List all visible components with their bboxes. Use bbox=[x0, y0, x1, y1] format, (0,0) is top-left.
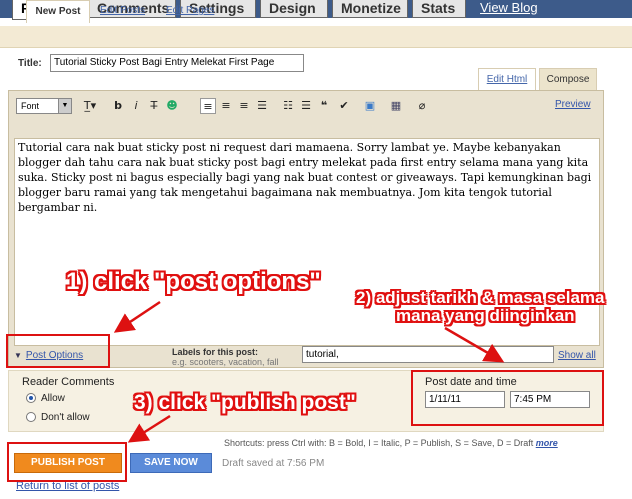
sub-nav-bar bbox=[0, 26, 632, 48]
font-select[interactable]: Font ▼ bbox=[16, 98, 72, 114]
save-now-button[interactable]: SAVE NOW bbox=[130, 453, 212, 473]
annotation-step-1: 1) click "post options" bbox=[66, 268, 321, 295]
radio-dont-allow-row[interactable]: Don't allow bbox=[26, 412, 90, 423]
title-label: Title: bbox=[18, 58, 42, 69]
draft-saved-status: Draft saved at 7:56 PM bbox=[222, 458, 325, 469]
show-all-link[interactable]: Show all bbox=[558, 350, 596, 361]
labels-hint: e.g. scooters, vacation, fall bbox=[172, 357, 279, 367]
title-input[interactable]: Tutorial Sticky Post Bagi Entry Melekat … bbox=[50, 54, 304, 72]
video-icon[interactable]: ▦ bbox=[388, 98, 404, 114]
image-icon[interactable]: ▣ bbox=[362, 98, 378, 114]
align-left-icon[interactable]: ≡ bbox=[200, 98, 216, 114]
spellcheck-icon[interactable]: ✔ bbox=[336, 98, 352, 114]
annotation-step-2-line-1: 2) adjust tarikh & masa selama bbox=[356, 288, 605, 307]
annotation-step-2-line-2: mana yang diinginkan bbox=[396, 306, 575, 325]
align-right-icon[interactable]: ≡ bbox=[236, 98, 252, 114]
clear-format-icon[interactable]: ⌀ bbox=[414, 98, 430, 114]
subtab-new-post[interactable]: New Post bbox=[26, 0, 90, 23]
editor-text[interactable]: Tutorial cara nak buat sticky post ni re… bbox=[18, 140, 598, 215]
tab-edit-html[interactable]: Edit Html bbox=[478, 68, 536, 90]
view-blog-link[interactable]: View Blog bbox=[480, 0, 538, 15]
font-size-icon[interactable]: T̲▾ bbox=[80, 98, 100, 114]
shortcuts-hint: Shortcuts: press Ctrl with: B = Bold, I … bbox=[224, 438, 558, 448]
subtab-edit-posts[interactable]: Edit Posts bbox=[100, 0, 145, 22]
radio-dont-allow-label: Don't allow bbox=[41, 412, 90, 423]
tab-stats[interactable]: Stats bbox=[412, 0, 466, 18]
bold-icon[interactable]: b bbox=[110, 98, 126, 114]
annotation-box-post-date bbox=[411, 370, 604, 426]
radio-dont-allow[interactable] bbox=[26, 412, 36, 423]
numbered-list-icon[interactable]: ☷ bbox=[280, 98, 296, 114]
bullet-list-icon[interactable]: ☰ bbox=[298, 98, 314, 114]
tab-design[interactable]: Design bbox=[260, 0, 328, 18]
tab-compose[interactable]: Compose bbox=[539, 68, 597, 90]
blockquote-icon[interactable]: ❝ bbox=[316, 98, 332, 114]
italic-icon[interactable]: i bbox=[128, 98, 144, 114]
tab-monetize[interactable]: Monetize bbox=[332, 0, 408, 18]
subtab-edit-pages[interactable]: Edit Pages bbox=[166, 0, 214, 22]
reader-comments-title: Reader Comments bbox=[22, 376, 115, 388]
radio-allow-row[interactable]: Allow bbox=[26, 393, 65, 404]
justify-icon[interactable]: ☰ bbox=[254, 98, 270, 114]
annotation-step-3: 3) click "publish post" bbox=[134, 391, 356, 414]
annotation-box-publish bbox=[7, 442, 127, 482]
font-select-label: Font bbox=[21, 101, 40, 111]
preview-link[interactable]: Preview bbox=[555, 99, 591, 110]
labels-label: Labels for this post: bbox=[172, 347, 259, 357]
shortcuts-more-link[interactable]: more bbox=[536, 438, 558, 448]
annotation-box-post-options bbox=[6, 334, 110, 368]
link-icon[interactable]: ☻ bbox=[164, 98, 180, 114]
shortcuts-text: Shortcuts: press Ctrl with: B = Bold, I … bbox=[224, 438, 534, 448]
chevron-down-icon: ▼ bbox=[58, 99, 71, 113]
radio-allow-label: Allow bbox=[41, 393, 65, 404]
radio-allow[interactable] bbox=[26, 393, 36, 404]
align-center-icon[interactable]: ≡ bbox=[218, 98, 234, 114]
text-color-icon[interactable]: T̶ bbox=[146, 98, 162, 114]
labels-input[interactable]: tutorial, bbox=[302, 346, 554, 363]
editor-toolbar: Font ▼ T̲▾ b i T̶ ☻ ≡ ≡ ≡ ☰ ☷ ☰ ❝ ✔ ▣ ▦ … bbox=[12, 95, 598, 119]
